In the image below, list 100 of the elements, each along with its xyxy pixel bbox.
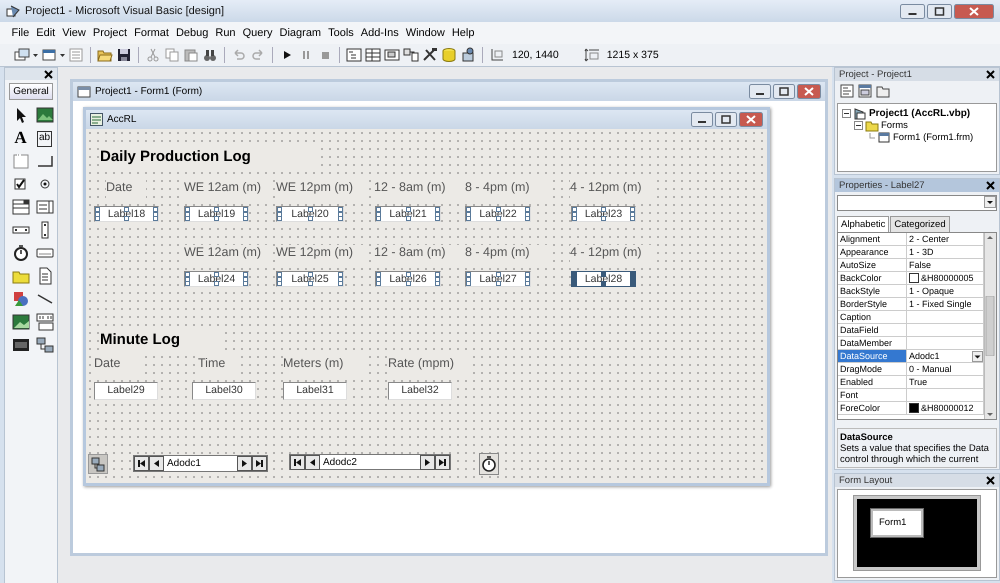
property-name[interactable]: DataSource xyxy=(838,350,907,363)
label-tool[interactable]: A xyxy=(14,129,27,147)
form-layout-icon[interactable] xyxy=(384,47,400,63)
tree-item[interactable]: Project1 (AccRL.vbp) xyxy=(869,108,970,118)
view-code-icon[interactable] xyxy=(840,84,854,98)
data-control[interactable]: Adodc2 xyxy=(289,454,451,470)
last-record-button[interactable] xyxy=(435,454,450,470)
label-control[interactable]: Label30 xyxy=(192,382,256,400)
menu-item[interactable]: Run xyxy=(212,25,240,41)
close-button[interactable] xyxy=(954,4,994,18)
close-icon[interactable] xyxy=(986,476,995,485)
label-control[interactable]: Label26 xyxy=(375,271,441,287)
object-browser-icon[interactable] xyxy=(403,47,419,63)
menu-item[interactable]: Format xyxy=(130,25,172,41)
label-control[interactable]: Label20 xyxy=(276,206,344,222)
property-name[interactable]: Caption xyxy=(838,311,907,324)
next-record-button[interactable] xyxy=(237,456,252,471)
data-control[interactable]: Adodc1 xyxy=(133,455,268,472)
menu-item[interactable]: Query xyxy=(239,25,276,41)
menu-item[interactable]: Edit xyxy=(32,25,59,41)
menu-item[interactable]: Tools xyxy=(324,25,358,41)
window-stack-icon[interactable] xyxy=(14,47,30,63)
close-button[interactable] xyxy=(797,84,821,99)
maximize-button[interactable] xyxy=(773,84,795,99)
collapse-icon[interactable] xyxy=(854,120,863,130)
property-name[interactable]: Appearance xyxy=(838,246,907,259)
first-record-button[interactable] xyxy=(134,456,149,471)
property-name[interactable]: Alignment xyxy=(838,233,907,246)
label-control[interactable]: Label23 xyxy=(571,206,636,222)
previous-record-button[interactable] xyxy=(305,454,320,470)
menu-item[interactable]: Diagram xyxy=(276,25,325,41)
property-name[interactable]: BorderStyle xyxy=(838,298,907,311)
label-control[interactable]: Label25 xyxy=(276,271,344,287)
menu-item[interactable]: Window xyxy=(402,25,448,41)
label-control[interactable]: Label31 xyxy=(283,382,347,400)
list-box-icon[interactable] xyxy=(36,198,54,216)
stopwatch-icon[interactable] xyxy=(12,244,30,262)
copy-icon[interactable] xyxy=(164,47,180,63)
ole-icon[interactable] xyxy=(12,336,30,354)
toolbox-icon[interactable] xyxy=(422,47,438,63)
close-icon[interactable] xyxy=(986,70,995,79)
shapes-icon[interactable] xyxy=(12,290,30,308)
property-name[interactable]: DataField xyxy=(838,324,907,337)
label-control[interactable]: Label28 xyxy=(571,271,636,287)
label-control[interactable]: Label32 xyxy=(388,382,452,400)
menu-item[interactable]: Project xyxy=(89,25,131,41)
component-icon[interactable] xyxy=(460,47,476,63)
timer-icon[interactable] xyxy=(479,453,499,475)
toggle-folders-icon[interactable] xyxy=(876,84,890,98)
save-icon[interactable] xyxy=(116,47,132,63)
label-control[interactable]: Label27 xyxy=(465,271,531,287)
previous-record-button[interactable] xyxy=(149,456,164,471)
scrollbar[interactable] xyxy=(984,233,996,419)
minimize-button[interactable] xyxy=(691,112,713,127)
data-control-icon[interactable] xyxy=(36,313,54,331)
menu-item[interactable]: File xyxy=(8,25,33,41)
property-name[interactable]: AutoSize xyxy=(838,259,907,272)
close-button[interactable] xyxy=(739,112,763,127)
menu-item[interactable]: View xyxy=(58,25,90,41)
toolbox-tab[interactable]: General xyxy=(9,83,53,100)
project-explorer-icon[interactable] xyxy=(346,47,362,63)
database-icon[interactable] xyxy=(441,47,457,63)
label-control[interactable]: Label19 xyxy=(184,206,249,222)
close-icon[interactable] xyxy=(44,70,53,78)
tree-item[interactable]: Form1 (Form1.frm) xyxy=(893,132,974,142)
label-control[interactable]: Label18 xyxy=(94,206,159,222)
property-name[interactable]: Enabled xyxy=(838,376,907,389)
picture-box-icon[interactable] xyxy=(36,106,54,124)
tree-item[interactable]: Forms xyxy=(881,120,908,130)
combo-box-icon[interactable] xyxy=(12,198,30,216)
binoculars-icon[interactable] xyxy=(202,47,218,63)
menu-item[interactable]: Help xyxy=(448,25,478,41)
label-control[interactable]: Label22 xyxy=(465,206,531,222)
menu-item[interactable]: Add-Ins xyxy=(357,25,402,41)
next-record-button[interactable] xyxy=(420,454,435,470)
label-control[interactable]: Label29 xyxy=(94,382,158,400)
minimize-button[interactable] xyxy=(749,84,771,99)
property-name[interactable]: Font xyxy=(838,389,907,402)
tab[interactable]: Categorized xyxy=(890,216,950,232)
close-icon[interactable] xyxy=(986,181,995,190)
maximize-button[interactable] xyxy=(927,4,952,18)
property-name[interactable]: ForeColor xyxy=(838,402,907,415)
menu-item[interactable]: Debug xyxy=(172,25,212,41)
label-control[interactable]: Label21 xyxy=(375,206,441,222)
frame-icon[interactable] xyxy=(12,152,30,170)
first-record-button[interactable] xyxy=(290,454,305,470)
object-combo[interactable] xyxy=(837,195,997,211)
last-record-button[interactable] xyxy=(252,456,267,471)
caret-icon[interactable] xyxy=(60,54,65,56)
view-object-icon[interactable] xyxy=(858,84,872,98)
maximize-button[interactable] xyxy=(715,112,737,127)
form-thumbnail[interactable]: Form1 xyxy=(871,509,923,537)
caret-icon[interactable] xyxy=(33,54,38,56)
property-dropdown[interactable]: Adodc1 xyxy=(907,350,984,363)
collapse-icon[interactable] xyxy=(842,108,851,118)
textbox-tool[interactable]: ab xyxy=(36,131,52,147)
form-icon[interactable] xyxy=(41,47,57,63)
property-name[interactable]: BackColor xyxy=(838,272,907,285)
properties-icon[interactable] xyxy=(365,47,381,63)
tab[interactable]: Alphabetic xyxy=(837,216,890,233)
